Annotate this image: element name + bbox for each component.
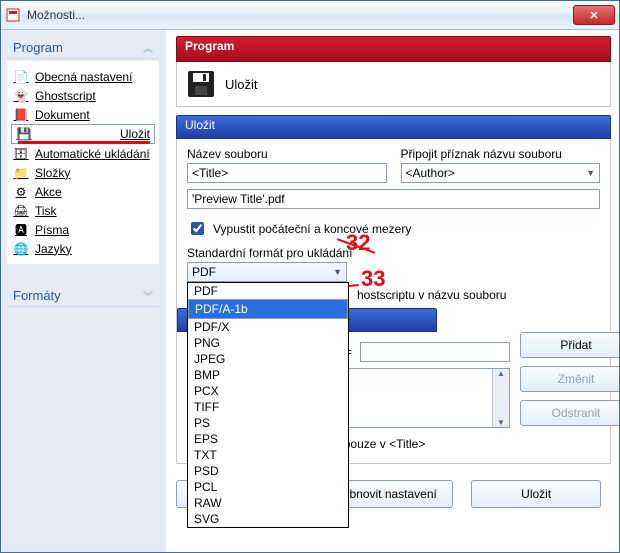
banner-title: Program <box>185 39 234 53</box>
trim-label: Vypustit počáteční a koncové mezery <box>213 222 411 236</box>
annotation-underline <box>18 141 150 144</box>
printer-icon: 🖨 <box>13 203 29 219</box>
flag-select[interactable]: <Author> ▼ <box>401 163 601 183</box>
format-option[interactable]: PCL <box>188 479 348 495</box>
format-option[interactable]: BMP <box>188 367 348 383</box>
format-option[interactable]: PSD <box>188 463 348 479</box>
scrollbar[interactable]: ▲▼ <box>492 369 509 427</box>
format-option[interactable]: PNG <box>188 335 348 351</box>
format-option[interactable]: JPEG <box>188 351 348 367</box>
category-title: Formáty <box>13 288 61 303</box>
floppy-icon: 💾 <box>16 126 32 142</box>
language-icon: 🌐 <box>13 241 29 257</box>
flag-value: <Author> <box>406 166 455 180</box>
format-option[interactable]: PDF/X <box>188 319 348 335</box>
chevron-down-icon: ▼ <box>586 168 595 178</box>
format-option[interactable]: PDF/A-1b <box>188 299 348 319</box>
sidebar-item-document[interactable]: 📕 Dokument <box>11 105 155 124</box>
sidebar-item-languages[interactable]: 🌐 Jazyky <box>11 239 155 258</box>
sidebar-item-label: Obecná nastavení <box>35 70 132 84</box>
format-option[interactable]: EPS <box>188 431 348 447</box>
sidebar-item-general[interactable]: 📄 Obecná nastavení <box>11 67 155 86</box>
font-icon: 🅰 <box>13 222 29 238</box>
banner-body: Uložit <box>176 62 611 107</box>
save-button[interactable]: Uložit <box>471 480 601 508</box>
chevron-up-icon: ︽ <box>143 40 153 55</box>
format-option[interactable]: SVG <box>188 511 348 527</box>
category-title: Program <box>13 40 63 55</box>
sidebar-item-label: Dokument <box>35 108 90 122</box>
format-option[interactable]: TXT <box>188 447 348 463</box>
folder-icon: 📁 <box>13 165 29 181</box>
sidebar-item-save[interactable]: 💾 Uložit <box>11 124 155 144</box>
edit-button[interactable]: Změnit <box>520 366 619 392</box>
app-icon <box>5 7 21 23</box>
sidebar-item-label: Akce <box>35 185 62 199</box>
close-button[interactable]: ✕ <box>573 5 615 25</box>
sidebar-item-print[interactable]: 🖨 Tisk <box>11 201 155 220</box>
sidebar: Program ︽ 📄 Obecná nastavení 👻 Ghostscri… <box>1 30 166 552</box>
window-title: Možnosti... <box>27 8 573 22</box>
format-dropdown-list: PDF PDF/A-1b PDF/X PNG JPEG BMP PCX TIFF… <box>187 282 349 528</box>
banner-subtitle: Uložit <box>225 77 258 92</box>
format-option[interactable]: PDF <box>188 283 348 299</box>
sidebar-item-label: Tisk <box>35 204 57 218</box>
preview-input[interactable] <box>187 189 600 209</box>
sidebar-item-label: Složky <box>35 166 70 180</box>
sidebar-category-program: Program ︽ 📄 Obecná nastavení 👻 Ghostscri… <box>7 36 159 264</box>
save-panel-header: Uložit <box>176 115 611 139</box>
remove-button[interactable]: Odstranit <box>520 400 619 426</box>
sidebar-item-label: Uložit <box>120 127 150 141</box>
sidebar-item-label: Jazyky <box>35 242 72 256</box>
sidebar-item-label: Písma <box>35 223 69 237</box>
sidebar-item-label: Automatické ukládání <box>35 147 150 161</box>
format-option[interactable]: PCX <box>188 383 348 399</box>
document-icon: 📕 <box>13 107 29 123</box>
chevron-down-icon: ︾ <box>143 288 153 303</box>
ghostscript-label-fragment: hostscriptu v názvu souboru <box>357 288 506 302</box>
options-window: Možnosti... ✕ Program ︽ 📄 Obecná nastave… <box>0 0 620 553</box>
file-name-input[interactable] <box>187 163 387 183</box>
category-header[interactable]: Program ︽ <box>7 36 159 59</box>
replace-to-input[interactable] <box>360 342 510 362</box>
actions-icon: ⚙ <box>13 184 29 200</box>
autosave-icon: 🗄 <box>13 146 29 162</box>
chevron-down-icon: ▼ <box>333 267 342 277</box>
sidebar-item-ghostscript[interactable]: 👻 Ghostscript <box>11 86 155 105</box>
ghost-icon: 👻 <box>13 88 29 104</box>
page-icon: 📄 <box>13 69 29 85</box>
window-body: Program ︽ 📄 Obecná nastavení 👻 Ghostscri… <box>1 30 619 552</box>
sidebar-item-folders[interactable]: 📁 Složky <box>11 163 155 182</box>
sidebar-item-autosave[interactable]: 🗄 Automatické ukládání <box>11 144 155 163</box>
program-banner: Program <box>176 36 611 62</box>
titlebar: Možnosti... ✕ <box>1 1 619 30</box>
sidebar-item-actions[interactable]: ⚙ Akce <box>11 182 155 201</box>
file-name-label: Název souboru <box>187 147 387 161</box>
format-dropdown[interactable]: PDF ▼ PDF PDF/A-1b PDF/X PNG JPEG BMP PC… <box>187 262 347 282</box>
floppy-icon <box>187 70 215 98</box>
format-option[interactable]: RAW <box>188 495 348 511</box>
sidebar-category-formats: Formáty ︾ <box>7 284 159 307</box>
std-format-label: Standardní formát pro ukládání <box>187 246 352 260</box>
category-header[interactable]: Formáty ︾ <box>7 284 159 307</box>
sidebar-item-fonts[interactable]: 🅰 Písma <box>11 220 155 239</box>
save-panel: Název souboru Připojit příznak názvu sou… <box>176 139 611 464</box>
category-body: 📄 Obecná nastavení 👻 Ghostscript 📕 Dokum… <box>7 61 159 264</box>
flag-label: Připojit příznak názvu souboru <box>401 147 601 161</box>
format-dropdown-button[interactable]: PDF ▼ <box>187 262 347 282</box>
add-button[interactable]: Přidat <box>520 332 619 358</box>
trim-checkbox[interactable] <box>191 222 204 235</box>
format-option[interactable]: TIFF <box>188 399 348 415</box>
save-panel-title: Uložit <box>185 118 215 132</box>
main-panel: Program Uložit Uložit Název souboru <box>166 30 619 552</box>
format-selected: PDF <box>192 265 216 279</box>
format-option[interactable]: PS <box>188 415 348 431</box>
sidebar-item-label: Ghostscript <box>35 89 96 103</box>
